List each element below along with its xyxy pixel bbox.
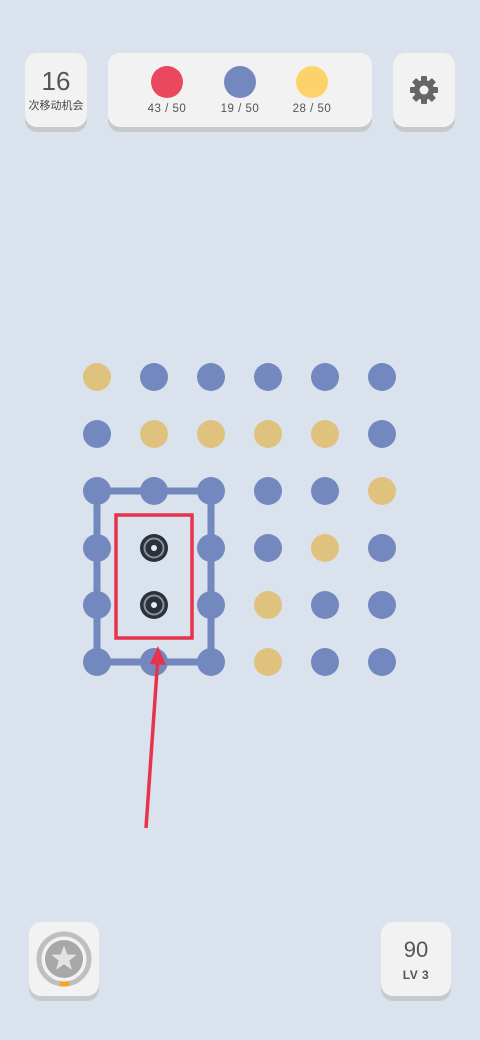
blue-dot[interactable] — [311, 477, 339, 505]
blue-dot[interactable] — [368, 420, 396, 448]
blue-dot[interactable] — [254, 477, 282, 505]
blue-dot[interactable] — [197, 591, 225, 619]
blue-dot[interactable] — [83, 420, 111, 448]
blue-dot[interactable] — [311, 648, 339, 676]
star-powerup — [36, 931, 92, 987]
blue-dot[interactable] — [368, 591, 396, 619]
blue-dot[interactable] — [197, 477, 225, 505]
pointer-arrow — [144, 655, 160, 829]
blue-dot[interactable] — [83, 477, 111, 505]
yellow-dot[interactable] — [254, 648, 282, 676]
score-panel: 90 LV 3 — [381, 922, 451, 996]
blue-dot[interactable] — [311, 363, 339, 391]
anchor-dot[interactable] — [140, 534, 168, 562]
blue-dot[interactable] — [197, 648, 225, 676]
yellow-dot[interactable] — [140, 420, 168, 448]
yellow-dot[interactable] — [311, 420, 339, 448]
blue-dot[interactable] — [140, 477, 168, 505]
blue-dot[interactable] — [140, 363, 168, 391]
anchor-dot[interactable] — [140, 591, 168, 619]
blue-dot[interactable] — [197, 534, 225, 562]
blue-dot[interactable] — [368, 648, 396, 676]
yellow-dot[interactable] — [254, 420, 282, 448]
blue-dot[interactable] — [83, 648, 111, 676]
highlight-box — [114, 513, 194, 640]
yellow-dot[interactable] — [83, 363, 111, 391]
powerup-button[interactable] — [29, 922, 99, 996]
blue-dot[interactable] — [197, 363, 225, 391]
blue-dot[interactable] — [83, 591, 111, 619]
level-label: LV 3 — [402, 968, 430, 982]
blue-dot[interactable] — [83, 534, 111, 562]
blue-dot[interactable] — [254, 363, 282, 391]
blue-dot[interactable] — [311, 591, 339, 619]
game-board[interactable] — [0, 0, 480, 1040]
yellow-dot[interactable] — [311, 534, 339, 562]
blue-dot[interactable] — [368, 534, 396, 562]
score-value: 90 — [403, 937, 429, 962]
yellow-dot[interactable] — [368, 477, 396, 505]
blue-dot[interactable] — [254, 534, 282, 562]
yellow-dot[interactable] — [254, 591, 282, 619]
yellow-dot[interactable] — [197, 420, 225, 448]
blue-dot[interactable] — [368, 363, 396, 391]
